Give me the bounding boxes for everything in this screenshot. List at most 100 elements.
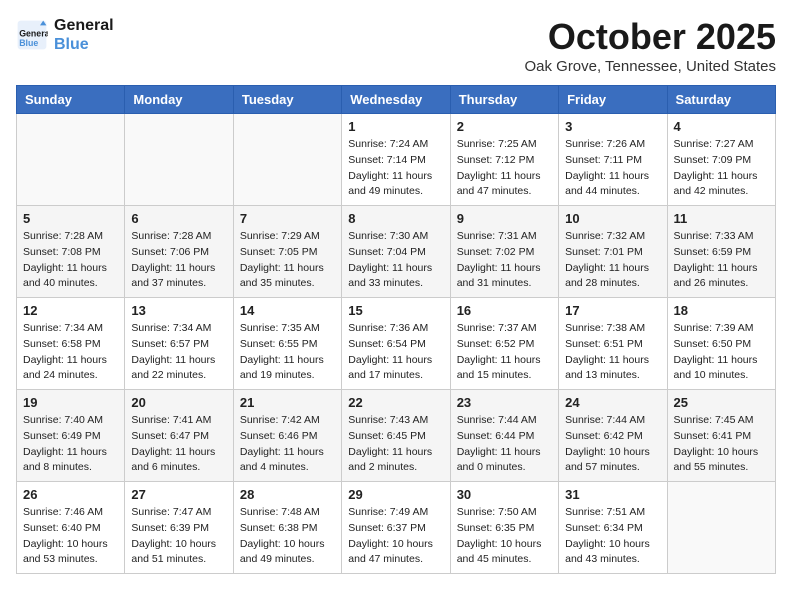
calendar-cell: 17 Sunrise: 7:38 AM Sunset: 6:51 PM Dayli… — [559, 298, 667, 390]
day-number: 24 — [565, 395, 660, 410]
page-header: General Blue General Blue October 2025 O… — [16, 16, 776, 75]
calendar-cell: 1Sunrise: 7:24 AM Sunset: 7:14 PM Daylig… — [342, 114, 450, 206]
logo-icon: General Blue — [16, 19, 48, 51]
calendar-cell: 9 Sunrise: 7:31 AM Sunset: 7:02 PM Daylig… — [450, 206, 558, 298]
calendar-week-row: 1Sunrise: 7:24 AM Sunset: 7:14 PM Daylig… — [17, 114, 776, 206]
calendar-cell — [667, 482, 775, 574]
day-info: Sunrise: 7:34 AM Sunset: 6:58 PM Dayligh… — [23, 321, 118, 384]
day-number: 5 — [23, 211, 118, 226]
day-number: 14 — [240, 303, 335, 318]
day-number: 26 — [23, 487, 118, 502]
calendar-cell: 26 Sunrise: 7:46 AM Sunset: 6:40 PM Dayli… — [17, 482, 125, 574]
day-info: Sunrise: 7:44 AM Sunset: 6:42 PM Dayligh… — [565, 413, 660, 476]
calendar-cell — [233, 114, 341, 206]
day-number: 4 — [674, 119, 769, 134]
day-info: Sunrise: 7:34 AM Sunset: 6:57 PM Dayligh… — [131, 321, 226, 384]
calendar-cell: 16 Sunrise: 7:37 AM Sunset: 6:52 PM Dayli… — [450, 298, 558, 390]
day-info: Sunrise: 7:31 AM Sunset: 7:02 PM Dayligh… — [457, 229, 552, 292]
calendar-cell: 8Sunrise: 7:30 AM Sunset: 7:04 PM Daylig… — [342, 206, 450, 298]
day-of-week-header: Tuesday — [233, 86, 341, 114]
day-number: 13 — [131, 303, 226, 318]
day-info: Sunrise: 7:42 AM Sunset: 6:46 PM Dayligh… — [240, 413, 335, 476]
calendar-cell: 18 Sunrise: 7:39 AM Sunset: 6:50 PM Dayli… — [667, 298, 775, 390]
day-info: Sunrise: 7:28 AM Sunset: 7:06 PM Dayligh… — [131, 229, 226, 292]
day-info: Sunrise: 7:41 AM Sunset: 6:47 PM Dayligh… — [131, 413, 226, 476]
day-number: 30 — [457, 487, 552, 502]
day-info: Sunrise: 7:51 AM Sunset: 6:34 PM Dayligh… — [565, 505, 660, 568]
calendar-cell: 4 Sunrise: 7:27 AM Sunset: 7:09 PM Daylig… — [667, 114, 775, 206]
day-info: Sunrise: 7:24 AM Sunset: 7:14 PM Dayligh… — [348, 137, 443, 200]
day-number: 20 — [131, 395, 226, 410]
day-info: Sunrise: 7:44 AM Sunset: 6:44 PM Dayligh… — [457, 413, 552, 476]
day-number: 16 — [457, 303, 552, 318]
day-info: Sunrise: 7:37 AM Sunset: 6:52 PM Dayligh… — [457, 321, 552, 384]
day-number: 31 — [565, 487, 660, 502]
calendar-cell: 23 Sunrise: 7:44 AM Sunset: 6:44 PM Dayli… — [450, 390, 558, 482]
day-number: 29 — [348, 487, 443, 502]
calendar-table: SundayMondayTuesdayWednesdayThursdayFrid… — [16, 85, 776, 574]
calendar-cell: 27 Sunrise: 7:47 AM Sunset: 6:39 PM Dayli… — [125, 482, 233, 574]
day-info: Sunrise: 7:36 AM Sunset: 6:54 PM Dayligh… — [348, 321, 443, 384]
calendar-cell: 12Sunrise: 7:34 AM Sunset: 6:58 PM Dayli… — [17, 298, 125, 390]
calendar-cell: 11 Sunrise: 7:33 AM Sunset: 6:59 PM Dayli… — [667, 206, 775, 298]
day-number: 10 — [565, 211, 660, 226]
day-number: 28 — [240, 487, 335, 502]
calendar-cell: 21 Sunrise: 7:42 AM Sunset: 6:46 PM Dayli… — [233, 390, 341, 482]
calendar-cell: 10Sunrise: 7:32 AM Sunset: 7:01 PM Dayli… — [559, 206, 667, 298]
svg-text:Blue: Blue — [19, 38, 38, 48]
calendar-cell — [125, 114, 233, 206]
day-info: Sunrise: 7:35 AM Sunset: 6:55 PM Dayligh… — [240, 321, 335, 384]
day-number: 23 — [457, 395, 552, 410]
day-number: 25 — [674, 395, 769, 410]
calendar-cell: 5 Sunrise: 7:28 AM Sunset: 7:08 PM Daylig… — [17, 206, 125, 298]
calendar-cell: 28 Sunrise: 7:48 AM Sunset: 6:38 PM Dayli… — [233, 482, 341, 574]
day-number: 27 — [131, 487, 226, 502]
calendar-cell: 29 Sunrise: 7:49 AM Sunset: 6:37 PM Dayli… — [342, 482, 450, 574]
day-of-week-header: Wednesday — [342, 86, 450, 114]
day-number: 17 — [565, 303, 660, 318]
calendar-cell: 6 Sunrise: 7:28 AM Sunset: 7:06 PM Daylig… — [125, 206, 233, 298]
day-number: 18 — [674, 303, 769, 318]
logo: General Blue General Blue — [16, 16, 114, 54]
day-number: 15 — [348, 303, 443, 318]
day-info: Sunrise: 7:29 AM Sunset: 7:05 PM Dayligh… — [240, 229, 335, 292]
calendar-cell: 22 Sunrise: 7:43 AM Sunset: 6:45 PM Dayli… — [342, 390, 450, 482]
calendar-cell: 13 Sunrise: 7:34 AM Sunset: 6:57 PM Dayli… — [125, 298, 233, 390]
day-number: 22 — [348, 395, 443, 410]
day-info: Sunrise: 7:27 AM Sunset: 7:09 PM Dayligh… — [674, 137, 769, 200]
day-info: Sunrise: 7:43 AM Sunset: 6:45 PM Dayligh… — [348, 413, 443, 476]
svg-text:General: General — [19, 29, 48, 39]
calendar-cell: 15 Sunrise: 7:36 AM Sunset: 6:54 PM Dayli… — [342, 298, 450, 390]
day-info: Sunrise: 7:39 AM Sunset: 6:50 PM Dayligh… — [674, 321, 769, 384]
calendar-week-row: 12Sunrise: 7:34 AM Sunset: 6:58 PM Dayli… — [17, 298, 776, 390]
month-title: October 2025 — [524, 16, 776, 58]
title-block: October 2025 Oak Grove, Tennessee, Unite… — [524, 16, 776, 75]
day-info: Sunrise: 7:28 AM Sunset: 7:08 PM Dayligh… — [23, 229, 118, 292]
calendar-week-row: 19Sunrise: 7:40 AM Sunset: 6:49 PM Dayli… — [17, 390, 776, 482]
day-of-week-header: Friday — [559, 86, 667, 114]
day-number: 21 — [240, 395, 335, 410]
day-of-week-header: Saturday — [667, 86, 775, 114]
day-number: 11 — [674, 211, 769, 226]
calendar-cell: 30 Sunrise: 7:50 AM Sunset: 6:35 PM Dayli… — [450, 482, 558, 574]
day-number: 7 — [240, 211, 335, 226]
day-number: 9 — [457, 211, 552, 226]
calendar-cell: 3Sunrise: 7:26 AM Sunset: 7:11 PM Daylig… — [559, 114, 667, 206]
day-info: Sunrise: 7:49 AM Sunset: 6:37 PM Dayligh… — [348, 505, 443, 568]
calendar-cell: 31 Sunrise: 7:51 AM Sunset: 6:34 PM Dayli… — [559, 482, 667, 574]
day-number: 6 — [131, 211, 226, 226]
calendar-week-row: 26 Sunrise: 7:46 AM Sunset: 6:40 PM Dayli… — [17, 482, 776, 574]
day-info: Sunrise: 7:25 AM Sunset: 7:12 PM Dayligh… — [457, 137, 552, 200]
calendar-cell: 24 Sunrise: 7:44 AM Sunset: 6:42 PM Dayli… — [559, 390, 667, 482]
calendar-cell: 25Sunrise: 7:45 AM Sunset: 6:41 PM Dayli… — [667, 390, 775, 482]
day-info: Sunrise: 7:38 AM Sunset: 6:51 PM Dayligh… — [565, 321, 660, 384]
logo-text-general: General — [54, 16, 114, 35]
calendar-week-row: 5 Sunrise: 7:28 AM Sunset: 7:08 PM Daylig… — [17, 206, 776, 298]
day-info: Sunrise: 7:47 AM Sunset: 6:39 PM Dayligh… — [131, 505, 226, 568]
day-info: Sunrise: 7:33 AM Sunset: 6:59 PM Dayligh… — [674, 229, 769, 292]
day-info: Sunrise: 7:50 AM Sunset: 6:35 PM Dayligh… — [457, 505, 552, 568]
day-info: Sunrise: 7:48 AM Sunset: 6:38 PM Dayligh… — [240, 505, 335, 568]
day-number: 2 — [457, 119, 552, 134]
calendar-header-row: SundayMondayTuesdayWednesdayThursdayFrid… — [17, 86, 776, 114]
day-info: Sunrise: 7:46 AM Sunset: 6:40 PM Dayligh… — [23, 505, 118, 568]
